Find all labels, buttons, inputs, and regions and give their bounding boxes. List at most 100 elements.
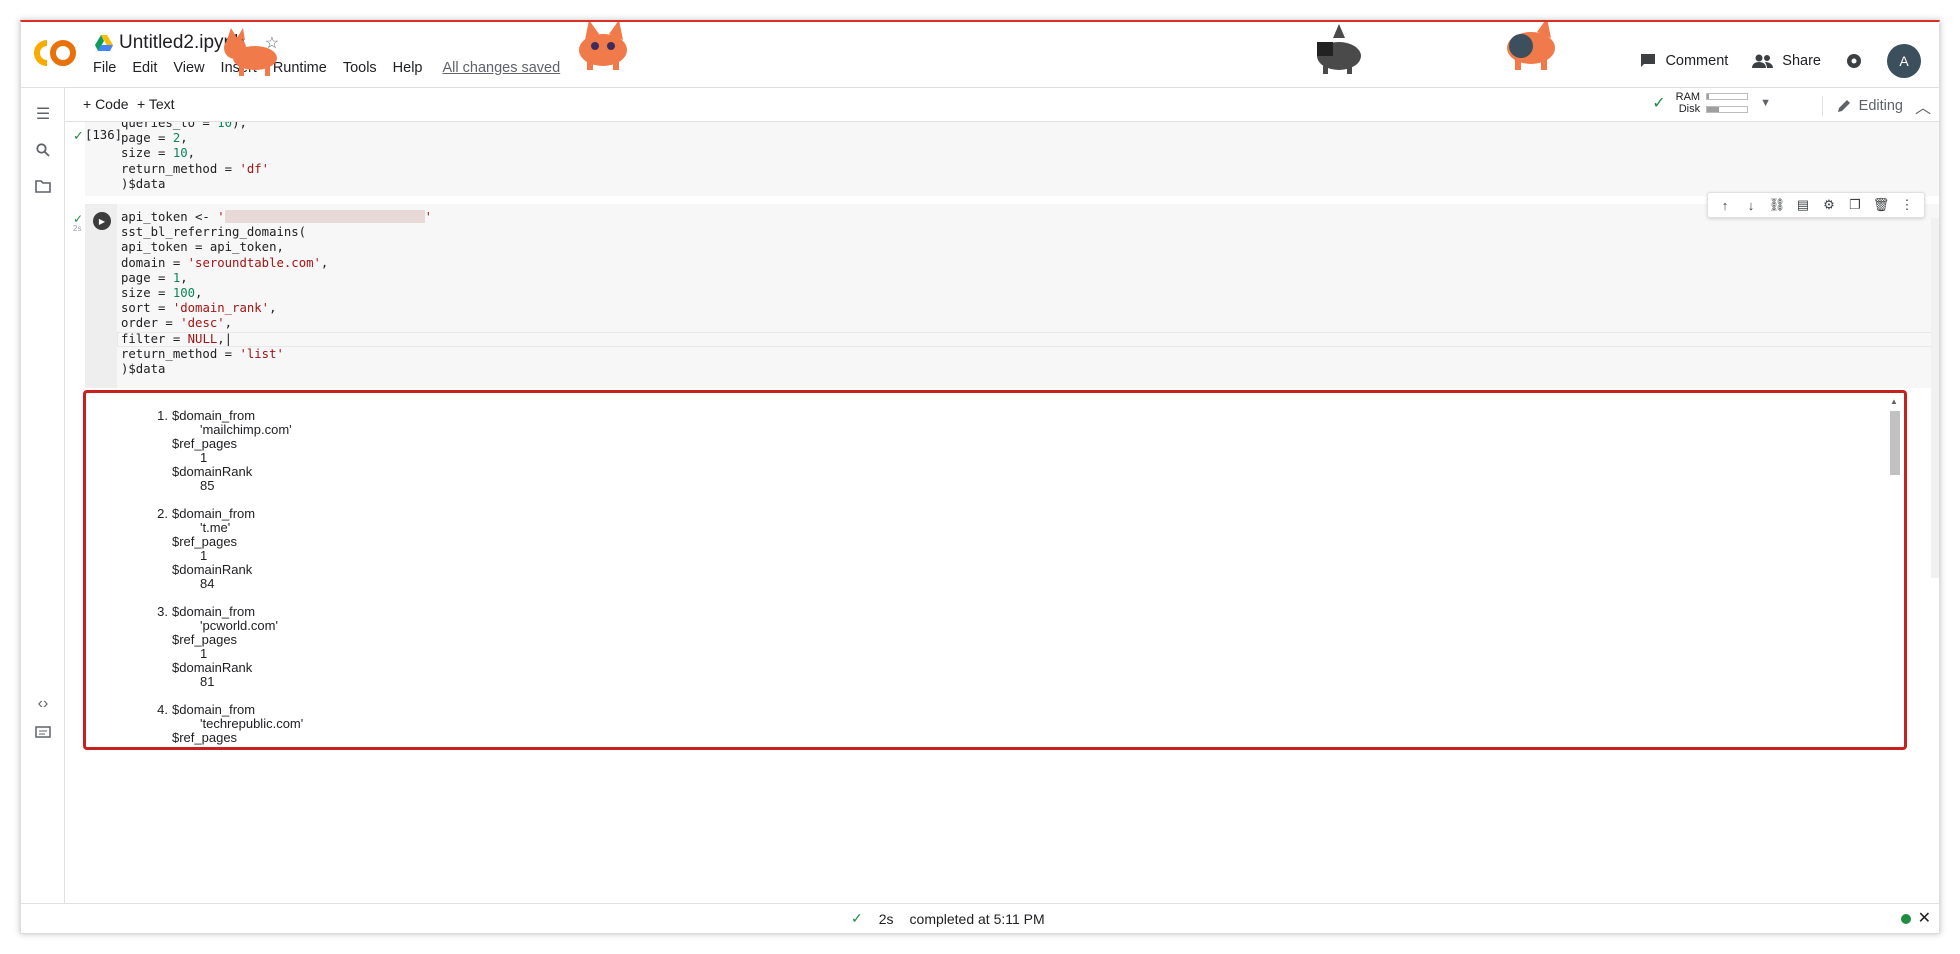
item-number: 3. <box>157 604 168 619</box>
menu-bar: File Edit View Insert Runtime Tools Help… <box>93 60 560 76</box>
pencil-icon <box>1837 100 1850 112</box>
arrow-up-icon[interactable]: ↑ <box>1714 194 1736 216</box>
menu-edit[interactable]: Edit <box>132 60 165 76</box>
scroll-up-icon[interactable]: ▲ <box>1890 397 1898 406</box>
item-value: 84 <box>200 576 215 591</box>
item-key: $ref_pages <box>172 436 238 451</box>
trash-icon[interactable]: 🗑 <box>1870 194 1892 216</box>
comment-button[interactable]: Comment <box>1639 52 1728 70</box>
item-key: $domainRank <box>172 562 253 577</box>
cell-code-editor[interactable]: api_token <- ' ' sst_bl_referring_domains… <box>121 210 432 377</box>
item-value: 1 <box>200 548 208 563</box>
code-line: filter = NULL,| <box>121 331 233 346</box>
code-line: return_method = 'df' <box>121 161 270 176</box>
code-line: order = 'desc', <box>121 316 233 331</box>
chevron-down-icon[interactable]: ▼ <box>1760 97 1771 109</box>
item-value: 81 <box>200 674 215 689</box>
page-scroll-thumb[interactable] <box>1931 218 1939 578</box>
avatar[interactable]: A <box>1887 44 1921 78</box>
ram-fill <box>1707 94 1710 99</box>
previous-code-cell[interactable]: ✓ [136] queries_to = 10), page = 2, size… <box>73 122 1939 196</box>
resource-labels: RAM Disk <box>1676 91 1700 115</box>
cell-gutter <box>85 204 117 388</box>
footer-status-text: completed at 5:11 PM <box>909 910 1045 927</box>
comment-icon[interactable]: ▤ <box>1792 194 1814 216</box>
item-value: 'pcworld.com' <box>200 618 278 633</box>
item-key: $domain_from <box>172 702 256 717</box>
add-code-button[interactable]: + Code <box>83 96 129 112</box>
share-button[interactable]: Share <box>1752 53 1821 69</box>
run-cell-button[interactable]: ▶ <box>93 212 111 230</box>
list-item: 1. $domain_from 'mailchimp.com' $ref_page… <box>154 409 303 493</box>
disk-bar <box>1706 106 1749 113</box>
item-value: 't.me' <box>200 520 231 535</box>
cell-toolbar: ↑ ↓ ⛓ ▤ ⚙ ❐ 🗑 ⋮ <box>1707 192 1925 218</box>
link-icon[interactable]: ⛓ <box>1766 194 1788 216</box>
more-vert-icon[interactable]: ⋮ <box>1896 194 1918 216</box>
cell-elapsed: 2s <box>73 224 82 233</box>
save-status[interactable]: All changes saved <box>443 60 561 76</box>
code-line: size = 10, <box>121 146 196 161</box>
disk-label: Disk <box>1678 103 1701 115</box>
arrow-down-icon[interactable]: ↓ <box>1740 194 1762 216</box>
item-value: 'techrepublic.com' <box>200 716 304 731</box>
code-snippets-icon[interactable]: ‹› <box>31 692 55 716</box>
status-bar: ✓ 2s completed at 5:11 PM ✕ <box>21 903 1939 933</box>
notebook-content: ✓ [136] queries_to = 10), page = 2, size… <box>65 122 1939 903</box>
gear-icon[interactable] <box>1845 52 1863 70</box>
item-key: $domain_from <box>172 506 256 521</box>
search-icon[interactable] <box>31 138 55 162</box>
share-label: Share <box>1782 53 1821 69</box>
disk-fill <box>1707 107 1720 112</box>
redacted-token <box>224 210 425 223</box>
mirror-icon[interactable]: ❐ <box>1844 194 1866 216</box>
drive-icon[interactable] <box>95 35 113 51</box>
logo-icon[interactable] <box>33 38 77 68</box>
comment-icon <box>1641 54 1656 67</box>
page-scrollbar[interactable] <box>1929 218 1939 578</box>
execution-status[interactable]: ✓ 2s completed at 5:11 PM <box>851 910 1045 927</box>
prev-cell-code[interactable]: queries_to = 10), page = 2, size = 10, r… <box>121 122 269 192</box>
code-line: )$data <box>121 176 166 191</box>
code-line: api_token <- ' ' <box>121 210 433 224</box>
terminal-icon[interactable] <box>31 720 55 744</box>
code-line: page = 2, <box>121 131 188 146</box>
code-line: api_token = api_token, <box>121 240 284 255</box>
cell-output[interactable]: 1. $domain_from 'mailchimp.com' $ref_page… <box>83 390 1907 750</box>
folder-icon[interactable] <box>31 174 55 198</box>
item-value: 1 <box>200 450 208 465</box>
menu-help[interactable]: Help <box>393 60 431 76</box>
item-key: $domain_from <box>172 408 256 423</box>
item-value: 'mailchimp.com' <box>200 422 292 437</box>
menu-tools[interactable]: Tools <box>343 60 385 76</box>
scroll-thumb[interactable] <box>1890 411 1900 475</box>
ram-label: RAM <box>1675 91 1701 103</box>
item-key: $ref_pages <box>172 534 238 549</box>
close-icon[interactable]: ✕ <box>1918 908 1931 928</box>
item-value: 1 <box>154 745 303 748</box>
code-line: queries_to = 10), <box>121 122 247 130</box>
cat-sticker <box>1507 22 1555 70</box>
menu-file[interactable]: File <box>93 60 124 76</box>
resource-monitor[interactable]: ✓ RAM Disk ▼ <box>1652 91 1771 115</box>
output-scrollbar[interactable]: ▲ <box>1888 397 1902 745</box>
toc-icon[interactable]: ☰ <box>31 102 55 126</box>
settings-icon[interactable]: ⚙ <box>1818 194 1840 216</box>
editing-mode-button[interactable]: Editing <box>1821 96 1903 116</box>
code-cell[interactable]: ▶ ✓ 2s api_token <- ' ' sst_bl_referring_… <box>73 192 1939 388</box>
corgi-sticker <box>224 28 277 76</box>
item-key: $ref_pages <box>172 632 238 647</box>
item-key: $domainRank <box>172 660 253 675</box>
footer-elapsed: 2s <box>878 910 894 927</box>
connection-status-dot <box>1901 914 1911 924</box>
add-text-button[interactable]: + Text <box>137 96 175 112</box>
list-item: 4. $domain_from 'techrepublic.com' $ref_p… <box>154 702 304 748</box>
notebook-toolbar: + Code + Text ✓ RAM Disk ▼ Editing ︿ <box>65 88 1939 122</box>
left-rail: ☰ ‹› <box>21 88 65 903</box>
code-line: sort = 'domain_rank', <box>121 301 277 316</box>
chevron-up-icon[interactable]: ︿ <box>1915 94 1931 118</box>
menu-view[interactable]: View <box>173 60 212 76</box>
comment-label: Comment <box>1665 53 1729 69</box>
husky-sticker <box>1317 24 1361 74</box>
resource-bars <box>1706 93 1749 113</box>
